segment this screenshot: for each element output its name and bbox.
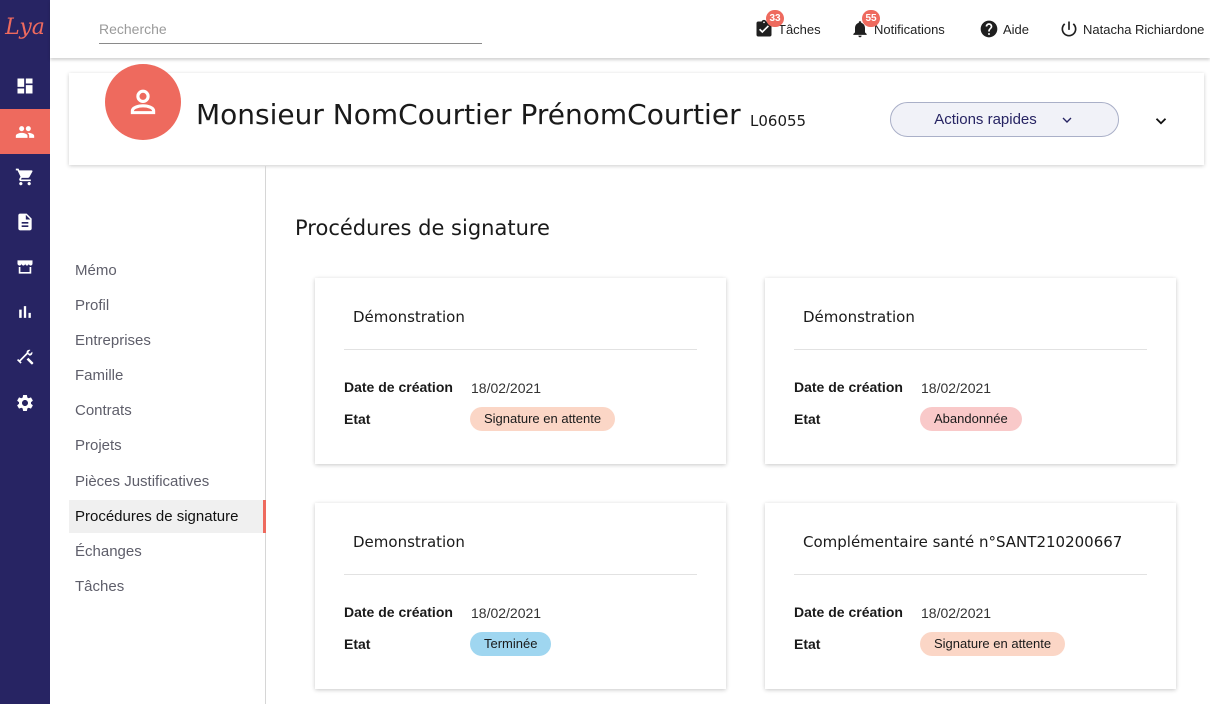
status-badge: Terminée <box>470 632 552 656</box>
card-title: Complémentaire santé n°SANT210200667 <box>803 533 1123 551</box>
rail-item-settings[interactable] <box>0 380 50 425</box>
page-title: Procédures de signature <box>295 216 550 240</box>
gear-icon <box>17 394 33 411</box>
document-icon <box>18 213 32 230</box>
rail-item-cart[interactable] <box>0 154 50 199</box>
help-icon <box>980 20 998 38</box>
status-badge: Signature en attente <box>920 632 1066 656</box>
date-label: Date de création <box>794 379 903 395</box>
date-value: 18/02/2021 <box>921 605 992 621</box>
date-label: Date de création <box>344 379 453 395</box>
card-divider <box>344 349 697 350</box>
date-label: Date de création <box>794 604 903 620</box>
quick-actions-dropdown[interactable]: Actions rapides <box>890 102 1119 137</box>
dashboard-icon <box>17 78 33 93</box>
rail-item-contacts[interactable] <box>0 109 50 154</box>
signature-card[interactable]: Complémentaire santé n°SANT210200667 Dat… <box>765 503 1176 689</box>
user-logout-button[interactable]: Natacha Richiardone <box>1059 0 1204 58</box>
app-rail: Lya <box>0 0 50 704</box>
rail-item-documents[interactable] <box>0 199 50 244</box>
tasks-label: Tâches <box>778 21 821 37</box>
date-value: 18/02/2021 <box>471 380 542 396</box>
chevron-down-icon <box>1155 118 1167 125</box>
bar-chart-icon <box>19 305 31 318</box>
date-value: 18/02/2021 <box>471 605 542 621</box>
person-outline-icon <box>130 89 156 115</box>
card-title: Démonstration <box>353 308 465 326</box>
client-code: L06055 <box>750 112 807 130</box>
tasks-button[interactable]: Tâches 33 <box>754 0 821 58</box>
top-bar: Tâches 33 Notifications 55 Aide Natacha … <box>50 0 1210 58</box>
tools-icon <box>17 349 34 364</box>
power-icon <box>1061 21 1077 37</box>
tasks-count-badge: 33 <box>766 10 784 27</box>
quick-actions-label: Actions rapides <box>934 111 1037 128</box>
date-value: 18/02/2021 <box>921 380 992 396</box>
header-collapse-button[interactable] <box>1150 110 1172 132</box>
state-label: Etat <box>794 636 821 652</box>
rail-item-dashboard[interactable] <box>0 63 50 108</box>
status-badge: Abandonnée <box>920 407 1022 431</box>
card-divider <box>794 349 1147 350</box>
card-title: Démonstration <box>803 308 915 326</box>
people-icon <box>15 125 35 138</box>
nav-item-taches[interactable]: Tâches <box>69 570 266 603</box>
help-label: Aide <box>1003 21 1030 37</box>
nav-item-memo[interactable]: Mémo <box>69 254 266 287</box>
nav-item-entreprises[interactable]: Entreprises <box>69 324 266 357</box>
notifications-label: Notifications <box>874 21 945 37</box>
nav-item-procedures-signature[interactable]: Procédures de signature <box>69 500 266 533</box>
date-label: Date de création <box>344 604 453 620</box>
avatar <box>105 64 181 140</box>
client-side-nav: Mémo Profil Entreprises Famille Contrats… <box>50 166 266 704</box>
nav-item-echanges[interactable]: Échanges <box>69 535 266 568</box>
rail-item-store[interactable] <box>0 244 50 289</box>
nav-item-projets[interactable]: Projets <box>69 429 266 462</box>
status-badge: Signature en attente <box>470 407 616 431</box>
search-input[interactable] <box>99 14 482 44</box>
signature-card[interactable]: Démonstration Date de création 18/02/202… <box>765 278 1176 464</box>
card-divider <box>794 574 1147 575</box>
notifications-button[interactable]: Notifications 55 <box>850 0 945 58</box>
state-label: Etat <box>344 636 371 652</box>
cart-icon <box>15 168 33 185</box>
chevron-down-icon <box>1062 117 1072 123</box>
state-label: Etat <box>794 411 821 427</box>
notifications-count-badge: 55 <box>862 10 880 27</box>
client-name: Monsieur NomCourtier PrénomCourtier <box>196 98 741 131</box>
state-label: Etat <box>344 411 371 427</box>
card-divider <box>344 574 697 575</box>
card-title: Demonstration <box>353 533 465 551</box>
signature-card[interactable]: Demonstration Date de création 18/02/202… <box>315 503 726 689</box>
nav-item-pieces-justificatives[interactable]: Pièces Justificatives <box>69 465 266 498</box>
user-name: Natacha Richiardone <box>1083 21 1205 37</box>
rail-item-stats[interactable] <box>0 289 50 334</box>
help-button[interactable]: Aide <box>979 0 1029 58</box>
store-icon <box>17 259 33 274</box>
signature-card[interactable]: Démonstration Date de création 18/02/202… <box>315 278 726 464</box>
nav-item-contrats[interactable]: Contrats <box>69 394 266 427</box>
nav-item-famille[interactable]: Famille <box>69 359 266 392</box>
app-logo[interactable]: Lya <box>5 14 45 42</box>
nav-item-profil[interactable]: Profil <box>69 289 266 322</box>
rail-item-tools[interactable] <box>0 334 50 379</box>
